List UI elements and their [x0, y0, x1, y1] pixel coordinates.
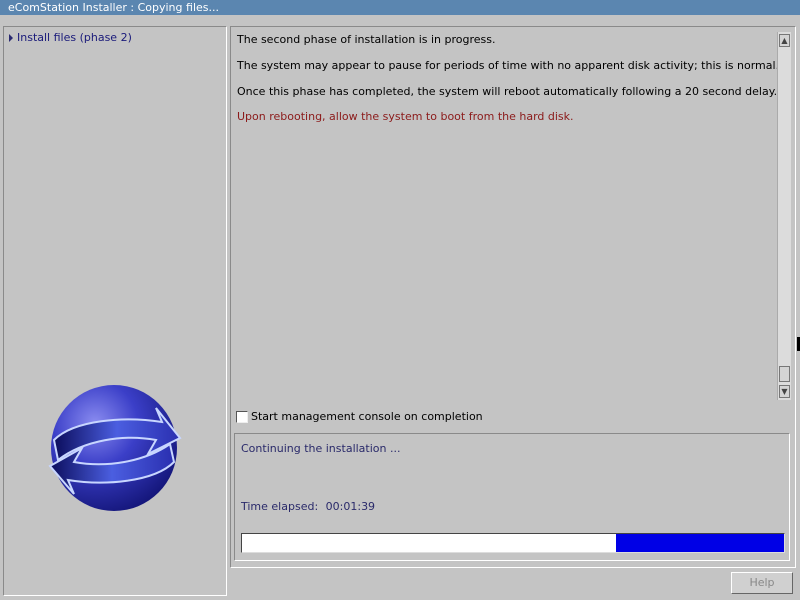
console-checkbox-row[interactable]: Start management console on completion: [236, 410, 483, 423]
console-checkbox[interactable]: [236, 410, 248, 423]
info-message: The second phase of installation is in p…: [237, 33, 496, 46]
sidebar-item-install-files[interactable]: Install files (phase 2): [9, 31, 132, 44]
time-elapsed-value: 00:01:39: [325, 500, 376, 513]
scroll-down-button[interactable]: ▼: [779, 385, 790, 398]
sidebar-item-label: Install files (phase 2): [17, 31, 132, 44]
arrow-down-icon: ▼: [781, 387, 788, 396]
info-message: The system may appear to pause for perio…: [237, 59, 780, 72]
warning-message: Upon rebooting, allow the system to boot…: [237, 110, 574, 123]
progress-bar: [241, 533, 785, 553]
console-checkbox-label[interactable]: Start management console on completion: [251, 410, 483, 423]
info-text-area: The second phase of installation is in p…: [231, 27, 795, 403]
status-text: Continuing the installation ...: [241, 442, 401, 455]
time-elapsed: Time elapsed: 00:01:39: [241, 500, 375, 513]
arrow-up-icon: ▲: [781, 36, 788, 45]
vertical-scrollbar[interactable]: ▲ ▼: [777, 32, 791, 400]
window-title: eComStation Installer : Copying files...: [0, 0, 800, 15]
info-message: Once this phase has completed, the syste…: [237, 85, 778, 98]
scrollbar-thumb[interactable]: [779, 366, 790, 382]
progress-fill: [615, 534, 784, 552]
status-panel: Continuing the installation ... Time ela…: [234, 433, 790, 561]
triangle-right-icon: [9, 33, 13, 42]
ecomstation-logo: [48, 385, 182, 511]
time-elapsed-label: Time elapsed:: [241, 500, 319, 513]
help-button[interactable]: Help: [731, 572, 793, 594]
scroll-up-button[interactable]: ▲: [779, 34, 790, 47]
